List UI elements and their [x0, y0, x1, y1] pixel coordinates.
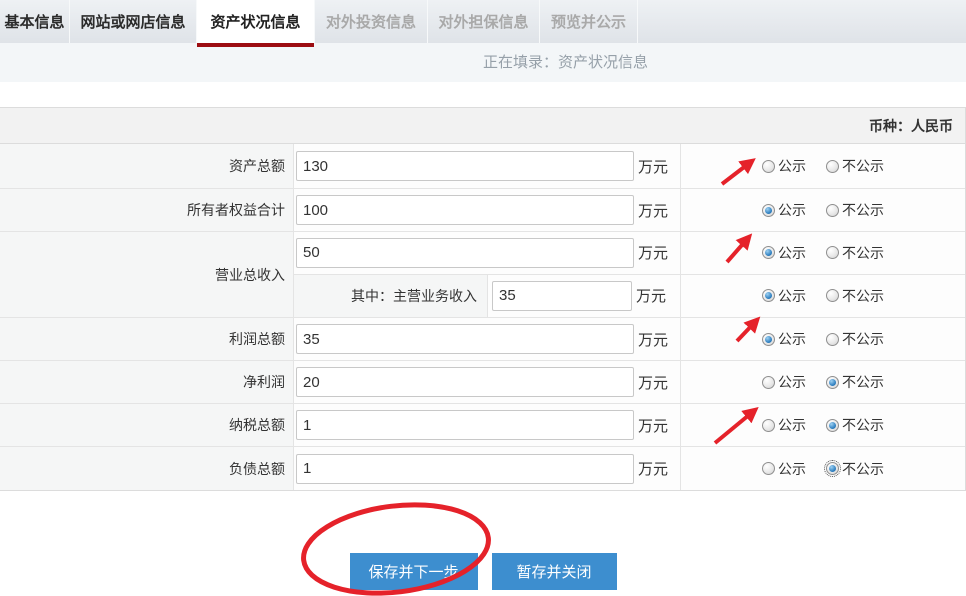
unit-label: 万元 — [638, 415, 668, 436]
tab-preview-publish: 预览并公示 — [540, 0, 638, 43]
operating-revenue-input[interactable] — [296, 238, 634, 268]
total-profit-input[interactable] — [296, 324, 634, 354]
table-row-total-tax: 纳税总额 万元 公示 不公示 — [0, 404, 965, 447]
sub-row-label: 其中：主营业务收入 — [294, 275, 488, 318]
no-publish-radio-label: 不公示 — [842, 459, 884, 479]
publish-radio[interactable] — [762, 289, 775, 302]
no-publish-radio-label: 不公示 — [842, 329, 884, 349]
no-publish-radio[interactable] — [826, 289, 839, 302]
publish-radio-label: 公示 — [778, 243, 806, 263]
publish-radio-label: 公示 — [778, 200, 806, 220]
publish-radio[interactable] — [762, 204, 775, 217]
publish-radio-label: 公示 — [778, 372, 806, 392]
unit-label: 万元 — [636, 285, 666, 306]
publish-radio[interactable] — [762, 419, 775, 432]
total-tax-input[interactable] — [296, 410, 634, 440]
unit-label: 万元 — [638, 458, 668, 479]
publish-choice: 公示 不公示 — [752, 156, 894, 176]
no-publish-radio-label: 不公示 — [842, 415, 884, 435]
no-publish-radio[interactable] — [826, 246, 839, 259]
row-label: 净利润 — [0, 361, 294, 403]
no-publish-radio[interactable] — [826, 419, 839, 432]
unit-label: 万元 — [638, 242, 668, 263]
no-publish-radio-label: 不公示 — [842, 372, 884, 392]
publish-choice: 公示 不公示 — [752, 415, 894, 435]
no-publish-radio[interactable] — [826, 462, 839, 475]
publish-radio-label: 公示 — [778, 415, 806, 435]
net-profit-input[interactable] — [296, 367, 634, 397]
publish-radio-label: 公示 — [778, 459, 806, 479]
table-row-main-business-income: 其中：主营业务收入 万元 公示 不公示 — [294, 275, 965, 318]
total-assets-input[interactable] — [296, 151, 634, 181]
unit-label: 万元 — [638, 156, 668, 177]
publish-choice: 公示 不公示 — [752, 459, 894, 479]
tab-website-info[interactable]: 网站或网店信息 — [70, 0, 197, 43]
no-publish-radio[interactable] — [826, 333, 839, 346]
row-label: 利润总额 — [0, 318, 294, 360]
save-close-button[interactable]: 暂存并关闭 — [492, 553, 617, 590]
publish-choice: 公示 不公示 — [752, 372, 894, 392]
no-publish-radio-label: 不公示 — [842, 156, 884, 176]
owner-equity-input[interactable] — [296, 195, 634, 225]
publish-choice: 公示 不公示 — [752, 286, 894, 306]
tab-asset-status-info[interactable]: 资产状况信息 — [197, 0, 315, 43]
table-row-operating-revenue: 营业总收入 万元 公示 不公示 其中：主营业务收入 万元 — [0, 232, 965, 318]
publish-radio[interactable] — [762, 376, 775, 389]
row-label: 负债总额 — [0, 447, 294, 490]
row-label: 营业总收入 — [0, 232, 294, 317]
no-publish-radio-label: 不公示 — [842, 200, 884, 220]
publish-radio[interactable] — [762, 160, 775, 173]
no-publish-radio-label: 不公示 — [842, 243, 884, 263]
publish-choice: 公示 不公示 — [752, 200, 894, 220]
tab-basic-info[interactable]: 基本信息 — [0, 0, 70, 43]
publish-radio-label: 公示 — [778, 156, 806, 176]
current-section-banner: 正在填录：资产状况信息 — [0, 43, 966, 82]
table-row-total-liabilities: 负债总额 万元 公示 不公示 — [0, 447, 965, 490]
no-publish-radio[interactable] — [826, 204, 839, 217]
currency-header: 币种：人民币 — [0, 108, 965, 144]
unit-label: 万元 — [638, 372, 668, 393]
table-row-net-profit: 净利润 万元 公示 不公示 — [0, 361, 965, 404]
publish-radio[interactable] — [762, 333, 775, 346]
row-label: 纳税总额 — [0, 404, 294, 446]
publish-radio[interactable] — [762, 462, 775, 475]
tab-external-guarantee-info: 对外担保信息 — [428, 0, 540, 43]
row-label: 资产总额 — [0, 144, 294, 188]
publish-radio[interactable] — [762, 246, 775, 259]
table-row-owner-equity: 所有者权益合计 万元 公示 不公示 — [0, 189, 965, 232]
publish-radio-label: 公示 — [778, 286, 806, 306]
table-row-total-profit: 利润总额 万元 公示 不公示 — [0, 318, 965, 361]
no-publish-radio[interactable] — [826, 160, 839, 173]
publish-radio-label: 公示 — [778, 329, 806, 349]
total-liabilities-input[interactable] — [296, 454, 634, 484]
row-label: 所有者权益合计 — [0, 189, 294, 231]
unit-label: 万元 — [638, 329, 668, 350]
asset-status-table: 币种：人民币 资产总额 万元 公示 不公示 所有者权益合计 万元 公示 不公示 — [0, 107, 966, 491]
main-business-income-input[interactable] — [492, 281, 632, 311]
unit-label: 万元 — [638, 200, 668, 221]
publish-choice: 公示 不公示 — [752, 243, 894, 263]
no-publish-radio-label: 不公示 — [842, 286, 884, 306]
publish-choice: 公示 不公示 — [752, 329, 894, 349]
tab-outbound-investment-info: 对外投资信息 — [315, 0, 428, 43]
tab-bar: 基本信息 网站或网店信息 资产状况信息 对外投资信息 对外担保信息 预览并公示 — [0, 0, 966, 43]
save-next-button[interactable]: 保存并下一步 — [350, 553, 478, 590]
form-actions: 保存并下一步 暂存并关闭 — [0, 553, 966, 590]
table-row-total-assets: 资产总额 万元 公示 不公示 — [0, 144, 965, 189]
no-publish-radio[interactable] — [826, 376, 839, 389]
